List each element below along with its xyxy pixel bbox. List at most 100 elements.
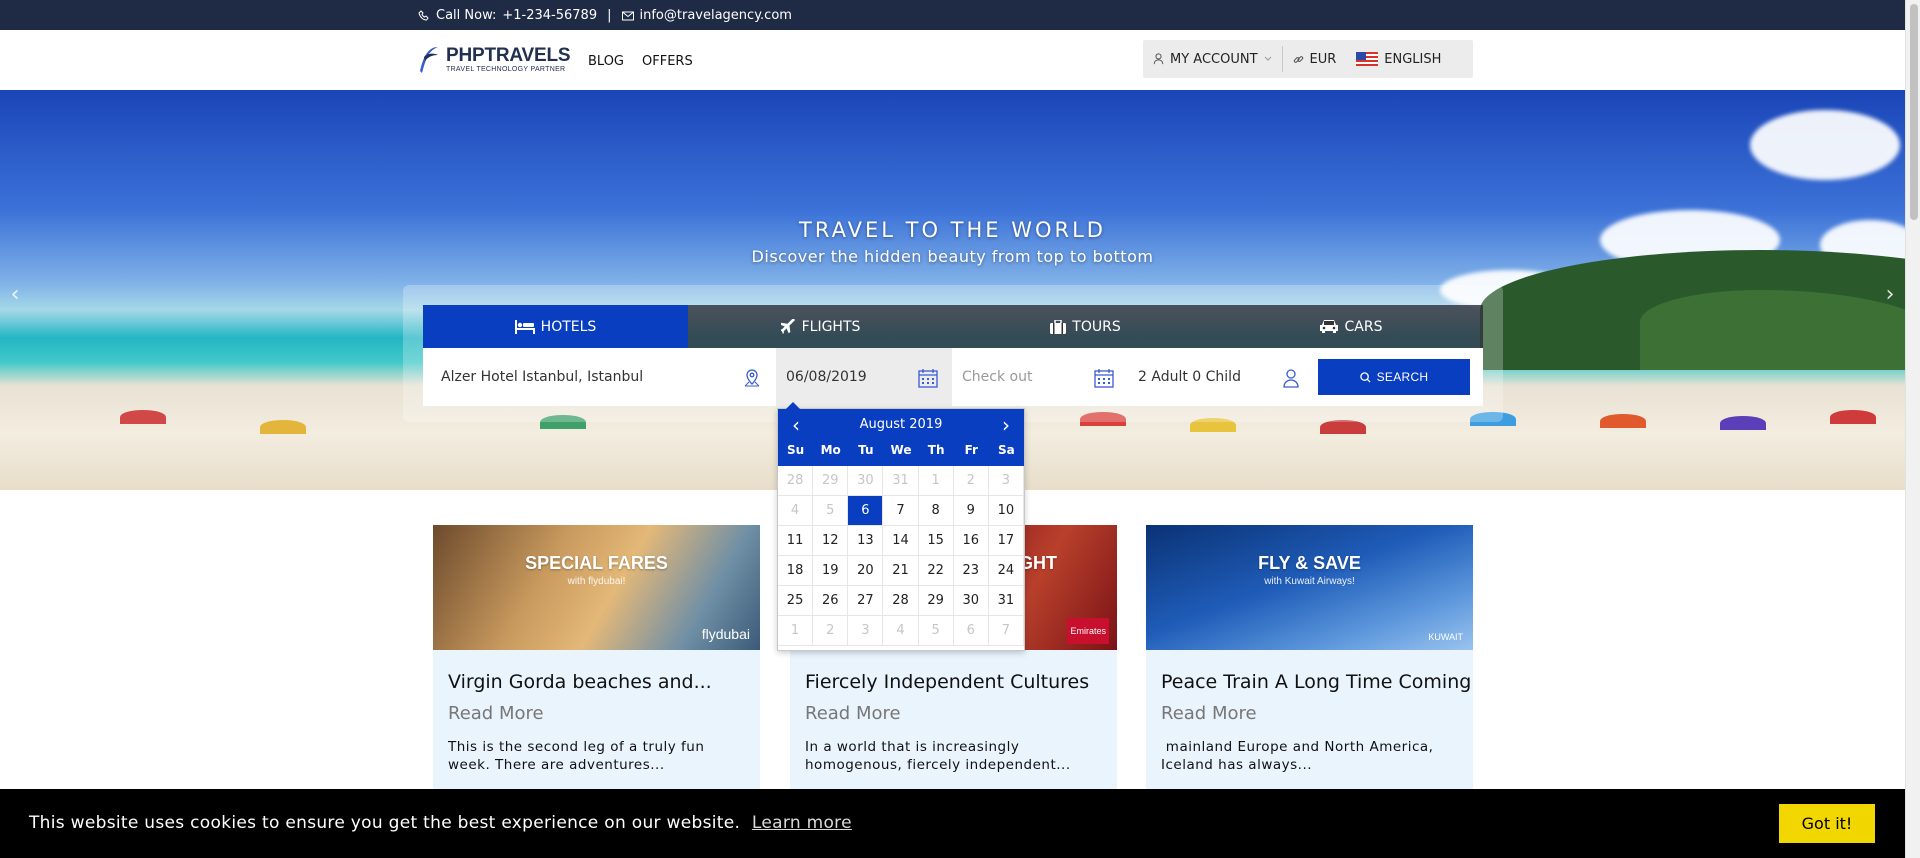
calendar-day[interactable]: 24 — [988, 556, 1024, 586]
calendar-day: 2 — [813, 616, 849, 646]
card-title[interactable]: Virgin Gorda beaches and... — [448, 671, 712, 693]
calendar-day[interactable]: 19 — [813, 556, 849, 586]
tab-tours[interactable]: TOURS — [953, 305, 1218, 348]
read-more-link[interactable]: Read More — [805, 703, 901, 724]
calendar-day[interactable]: 7 — [883, 496, 919, 526]
read-more-link[interactable]: Read More — [1161, 703, 1257, 724]
calendar-day[interactable]: 27 — [848, 586, 884, 616]
calendar-day[interactable]: 17 — [988, 526, 1024, 556]
beach-umbrella — [1320, 420, 1366, 434]
us-flag-icon — [1356, 52, 1379, 66]
nav-offers[interactable]: OFFERS — [642, 54, 693, 69]
search-button-label: SEARCH — [1376, 370, 1429, 384]
cookie-banner: This website uses cookies to ensure you … — [0, 789, 1905, 858]
calendar-day[interactable]: 11 — [778, 526, 814, 556]
email-link[interactable]: info@travelagency.com — [640, 8, 792, 23]
logo-icon — [420, 47, 438, 73]
calendar-day[interactable]: 21 — [883, 556, 919, 586]
currency-selector[interactable]: EUR — [1283, 40, 1347, 78]
language-selector[interactable]: ENGLISH — [1346, 40, 1451, 78]
nav-blog[interactable]: BLOG — [588, 54, 624, 69]
calendar-day[interactable]: 31 — [988, 586, 1024, 616]
phone-number[interactable]: +1-234-56789 — [502, 8, 597, 23]
tab-flights[interactable]: FLIGHTS — [688, 305, 953, 348]
calendar-day[interactable]: 26 — [813, 586, 849, 616]
hero-hill — [1640, 290, 1905, 370]
card-excerpt: mainland Europe and North America, Icela… — [1161, 739, 1439, 773]
datepicker-header: ‹ August 2019 › Su Mo Tu We Th Fr Sa — [778, 409, 1024, 466]
guests-input[interactable]: 2 Adult 0 Child — [1128, 348, 1313, 406]
calendar-day[interactable]: 18 — [778, 556, 814, 586]
calendar-day[interactable]: 6 — [848, 496, 884, 526]
search-tabs: HOTELS FLIGHTS TOURS CARS — [423, 305, 1483, 348]
weekday-label: We — [890, 443, 912, 457]
checkout-placeholder: Check out — [962, 369, 1033, 385]
calendar-day[interactable]: 20 — [848, 556, 884, 586]
scrollbar-thumb[interactable] — [1910, 4, 1918, 220]
beach-umbrella — [1600, 414, 1646, 428]
slider-next-button[interactable]: › — [1880, 284, 1900, 306]
calendar-day[interactable]: 29 — [918, 586, 954, 616]
calendar-day[interactable]: 16 — [953, 526, 989, 556]
logo[interactable]: PHPTRAVELS TRAVEL TECHNOLOGY PARTNER — [416, 43, 571, 75]
card-title[interactable]: Fiercely Independent Cultures — [805, 671, 1089, 693]
tab-tours-label: TOURS — [1072, 318, 1121, 335]
calendar-day[interactable]: 22 — [918, 556, 954, 586]
calendar-day[interactable]: 9 — [953, 496, 989, 526]
cookie-accept-button[interactable]: Got it! — [1779, 804, 1875, 843]
tab-flights-label: FLIGHTS — [801, 318, 861, 335]
next-month-button[interactable]: › — [994, 413, 1018, 437]
calendar-icon — [1094, 369, 1114, 388]
calendar-day[interactable]: 23 — [953, 556, 989, 586]
datepicker: ‹ August 2019 › Su Mo Tu We Th Fr Sa 28 29 30 31 1… — [777, 402, 1025, 651]
weekday-label: Mo — [820, 443, 841, 457]
calendar-day: 4 — [778, 496, 814, 526]
offer-card[interactable]: SPECIAL FARES with flydubai! flydubai Vi… — [433, 525, 760, 795]
calendar-day[interactable]: 10 — [988, 496, 1024, 526]
language-label: ENGLISH — [1384, 51, 1442, 67]
calendar-day: 2 — [953, 466, 989, 496]
search-button[interactable]: SEARCH — [1318, 359, 1470, 395]
calendar-day[interactable]: 25 — [778, 586, 814, 616]
beach-umbrella — [1830, 410, 1876, 424]
calendar-day: 1 — [778, 616, 814, 646]
checkin-input[interactable]: 06/08/2019 — [776, 348, 952, 406]
location-input[interactable]: Alzer Hotel Istanbul, Istanbul — [423, 348, 776, 406]
hero-cloud — [1750, 110, 1900, 180]
calendar-day[interactable]: 15 — [918, 526, 954, 556]
calendar-day[interactable]: 14 — [883, 526, 919, 556]
calendar-day[interactable]: 13 — [848, 526, 884, 556]
beach-umbrella — [1720, 416, 1766, 430]
card-banner: SPECIAL FARES with flydubai! flydubai — [433, 525, 760, 650]
tab-cars[interactable]: CARS — [1218, 305, 1483, 348]
card-banner-subtitle: with flydubai! — [567, 576, 626, 587]
slider-prev-button[interactable]: ‹ — [5, 284, 25, 306]
calendar-day: 1 — [918, 466, 954, 496]
tab-hotels[interactable]: HOTELS — [423, 305, 688, 348]
calendar-day: 30 — [848, 466, 884, 496]
car-icon — [1319, 320, 1338, 333]
calendar-day[interactable]: 30 — [953, 586, 989, 616]
user-icon — [1153, 53, 1164, 65]
checkout-input[interactable]: Check out — [952, 348, 1128, 406]
beach-umbrella — [260, 420, 306, 434]
phone-icon — [418, 9, 430, 22]
read-more-link[interactable]: Read More — [448, 703, 544, 724]
calendar-day[interactable]: 28 — [883, 586, 919, 616]
calendar-day[interactable]: 8 — [918, 496, 954, 526]
offer-card[interactable]: FLY & SAVE with Kuwait Airways! KUWAIT P… — [1146, 525, 1473, 795]
calendar-day[interactable]: 12 — [813, 526, 849, 556]
header: PHPTRAVELS TRAVEL TECHNOLOGY PARTNER BLO… — [0, 30, 1905, 90]
learn-more-link[interactable]: Learn more — [752, 813, 852, 833]
top-bar: Call Now: +1-234-56789 | info@travelagen… — [0, 0, 1905, 30]
user-icon — [1283, 369, 1299, 388]
weekday-row: Su Mo Tu We Th Fr Sa — [778, 443, 1024, 457]
calendar-day: 7 — [988, 616, 1024, 646]
link-icon — [1293, 55, 1303, 63]
card-excerpt: In a world that is increasingly homogeno… — [805, 739, 1071, 773]
my-account-menu[interactable]: MY ACCOUNT — [1143, 40, 1282, 78]
card-title[interactable]: Peace Train A Long Time Coming — [1161, 671, 1471, 693]
weekday-label: Th — [927, 443, 945, 457]
scrollbar[interactable] — [1905, 0, 1920, 858]
cookie-message-container: This website uses cookies to ensure you … — [29, 813, 852, 833]
